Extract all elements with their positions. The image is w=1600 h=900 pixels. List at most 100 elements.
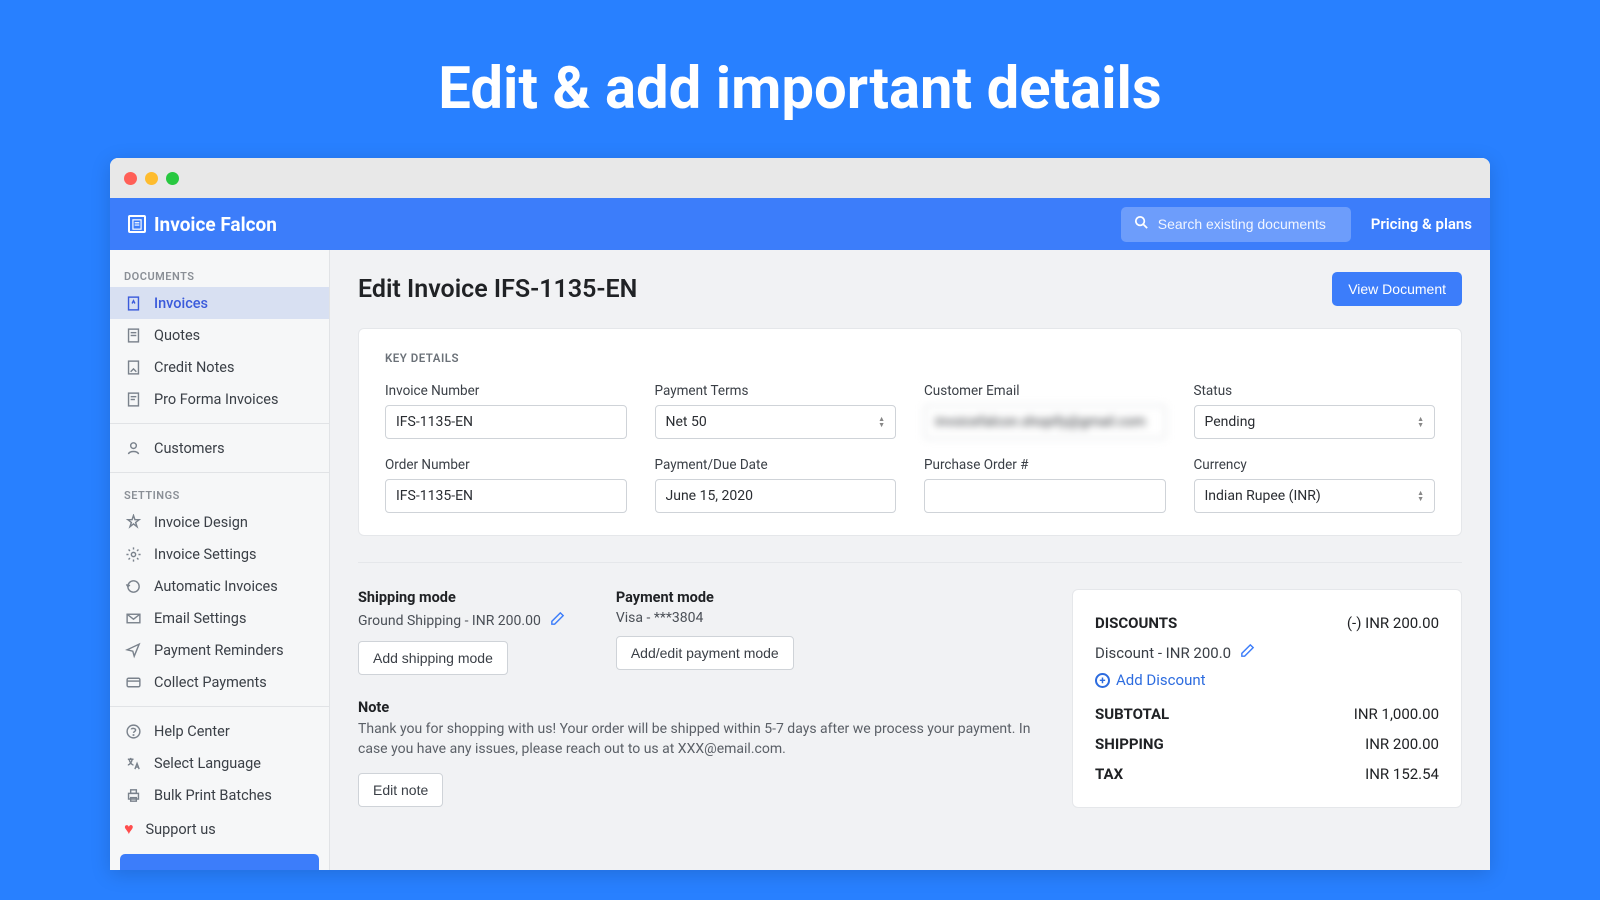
brand-name: Invoice Falcon bbox=[154, 213, 277, 236]
status-select[interactable]: Pending ▲▼ bbox=[1194, 405, 1436, 439]
shipping-mode-value: Ground Shipping - INR 200.00 bbox=[358, 613, 541, 629]
sidebar-item-label: Credit Notes bbox=[154, 359, 234, 376]
gear-icon bbox=[124, 545, 142, 563]
sidebar-item-label: Help Center bbox=[154, 723, 230, 740]
status-label: Status bbox=[1194, 383, 1436, 399]
sidebar-item-customers[interactable]: Customers bbox=[110, 432, 329, 464]
key-details-card: KEY DETAILS Invoice Number Payment Terms… bbox=[358, 328, 1462, 536]
sidebar-item-label: Invoice Settings bbox=[154, 546, 256, 563]
sidebar-divider bbox=[110, 472, 329, 473]
pricing-plans-link[interactable]: Pricing & plans bbox=[1371, 215, 1472, 233]
search-box[interactable] bbox=[1121, 207, 1351, 242]
tax-value: INR 152.54 bbox=[1365, 765, 1439, 783]
note-heading: Note bbox=[358, 699, 1032, 716]
customers-icon bbox=[124, 439, 142, 457]
order-number-label: Order Number bbox=[385, 457, 627, 473]
sidebar-item-help-center[interactable]: Help Center bbox=[110, 715, 329, 747]
summary-card: DISCOUNTS (-) INR 200.00 Discount - INR … bbox=[1072, 589, 1462, 808]
customer-email-input[interactable] bbox=[924, 405, 1166, 439]
sidebar-item-label: Select Language bbox=[154, 755, 261, 772]
invoice-number-label: Invoice Number bbox=[385, 383, 627, 399]
search-icon bbox=[1133, 214, 1150, 235]
discounts-label: DISCOUNTS bbox=[1095, 614, 1177, 632]
view-document-button[interactable]: View Document bbox=[1332, 272, 1462, 306]
chevron-updown-icon: ▲▼ bbox=[1417, 416, 1424, 428]
brand-icon bbox=[128, 215, 146, 233]
tax-label: TAX bbox=[1095, 765, 1123, 783]
sidebar-item-credit-notes[interactable]: Credit Notes bbox=[110, 351, 329, 383]
sidebar-item-label: Invoice Design bbox=[154, 514, 248, 531]
divider bbox=[358, 562, 1462, 563]
edit-note-button[interactable]: Edit note bbox=[358, 773, 443, 807]
currency-select[interactable]: Indian Rupee (INR) ▲▼ bbox=[1194, 479, 1436, 513]
sidebar-item-collect-payments[interactable]: Collect Payments bbox=[110, 666, 329, 698]
payments-icon bbox=[124, 673, 142, 691]
sidebar-item-invoice-settings[interactable]: Invoice Settings bbox=[110, 538, 329, 570]
sidebar-item-invoices[interactable]: Invoices bbox=[110, 287, 329, 319]
help-icon bbox=[124, 722, 142, 740]
minimize-window-icon[interactable] bbox=[145, 172, 158, 185]
page-title: Edit Invoice IFS-1135-EN bbox=[358, 275, 637, 304]
sidebar-item-label: Bulk Print Batches bbox=[154, 787, 272, 804]
design-icon bbox=[124, 513, 142, 531]
sidebar-item-label: Invoices bbox=[154, 295, 208, 312]
email-icon bbox=[124, 609, 142, 627]
main-content: Edit Invoice IFS-1135-EN View Document K… bbox=[330, 250, 1490, 870]
subtotal-label: SUBTOTAL bbox=[1095, 705, 1169, 723]
due-date-input[interactable] bbox=[655, 479, 897, 513]
credit-note-icon bbox=[124, 358, 142, 376]
sidebar-item-label: Email Settings bbox=[154, 610, 246, 627]
sidebar-item-select-language[interactable]: Select Language bbox=[110, 747, 329, 779]
sidebar-item-label: Collect Payments bbox=[154, 674, 267, 691]
heart-icon: ♥ bbox=[124, 819, 134, 839]
sidebar-section-settings: SETTINGS bbox=[110, 481, 329, 506]
sidebar-item-email-settings[interactable]: Email Settings bbox=[110, 602, 329, 634]
proforma-icon bbox=[124, 390, 142, 408]
add-shipping-button[interactable]: Add shipping mode bbox=[358, 641, 508, 675]
sidebar-divider bbox=[110, 706, 329, 707]
subtotal-value: INR 1,000.00 bbox=[1354, 705, 1439, 723]
brand[interactable]: Invoice Falcon bbox=[128, 213, 277, 236]
sidebar-cta-button[interactable] bbox=[120, 854, 319, 870]
po-number-input[interactable] bbox=[924, 479, 1166, 513]
automatic-icon bbox=[124, 577, 142, 595]
invoice-number-input[interactable] bbox=[385, 405, 627, 439]
payment-mode-value: Visa - ***3804 bbox=[616, 610, 704, 626]
quote-icon bbox=[124, 326, 142, 344]
hero-title: Edit & add important details bbox=[0, 0, 1600, 158]
search-input[interactable] bbox=[1158, 216, 1339, 232]
add-discount-button[interactable]: + Add Discount bbox=[1095, 667, 1439, 699]
payment-terms-select[interactable]: Net 50 ▲▼ bbox=[655, 405, 897, 439]
sidebar-section-documents: DOCUMENTS bbox=[110, 262, 329, 287]
sidebar-divider bbox=[110, 423, 329, 424]
currency-label: Currency bbox=[1194, 457, 1436, 473]
po-number-label: Purchase Order # bbox=[924, 457, 1166, 473]
maximize-window-icon[interactable] bbox=[166, 172, 179, 185]
sidebar-item-bulk-print[interactable]: Bulk Print Batches bbox=[110, 779, 329, 811]
sidebar-item-quotes[interactable]: Quotes bbox=[110, 319, 329, 351]
shipping-value: INR 200.00 bbox=[1365, 735, 1439, 753]
payment-mode-heading: Payment mode bbox=[616, 589, 794, 606]
plus-circle-icon: + bbox=[1095, 673, 1110, 688]
invoice-icon bbox=[124, 294, 142, 312]
sidebar-item-label: Pro Forma Invoices bbox=[154, 391, 278, 408]
customer-email-label: Customer Email bbox=[924, 383, 1166, 399]
note-text: Thank you for shopping with us! Your ord… bbox=[358, 720, 1032, 759]
shipping-label: SHIPPING bbox=[1095, 735, 1164, 753]
order-number-input[interactable] bbox=[385, 479, 627, 513]
close-window-icon[interactable] bbox=[124, 172, 137, 185]
sidebar-item-automatic-invoices[interactable]: Automatic Invoices bbox=[110, 570, 329, 602]
print-icon bbox=[124, 786, 142, 804]
sidebar-item-payment-reminders[interactable]: Payment Reminders bbox=[110, 634, 329, 666]
sidebar-item-invoice-design[interactable]: Invoice Design bbox=[110, 506, 329, 538]
add-payment-button[interactable]: Add/edit payment mode bbox=[616, 636, 794, 670]
sidebar: DOCUMENTS Invoices Quotes Credit Notes P… bbox=[110, 250, 330, 870]
discount-line-text: Discount - INR 200.0 bbox=[1095, 644, 1231, 662]
sidebar-item-support[interactable]: ♥ Support us bbox=[110, 812, 329, 846]
shipping-mode-heading: Shipping mode bbox=[358, 589, 566, 606]
app-header: Invoice Falcon Pricing & plans bbox=[110, 198, 1490, 250]
edit-shipping-icon[interactable] bbox=[549, 610, 566, 631]
sidebar-item-proforma[interactable]: Pro Forma Invoices bbox=[110, 383, 329, 415]
edit-discount-icon[interactable] bbox=[1239, 642, 1256, 663]
sidebar-item-label: Quotes bbox=[154, 327, 200, 344]
